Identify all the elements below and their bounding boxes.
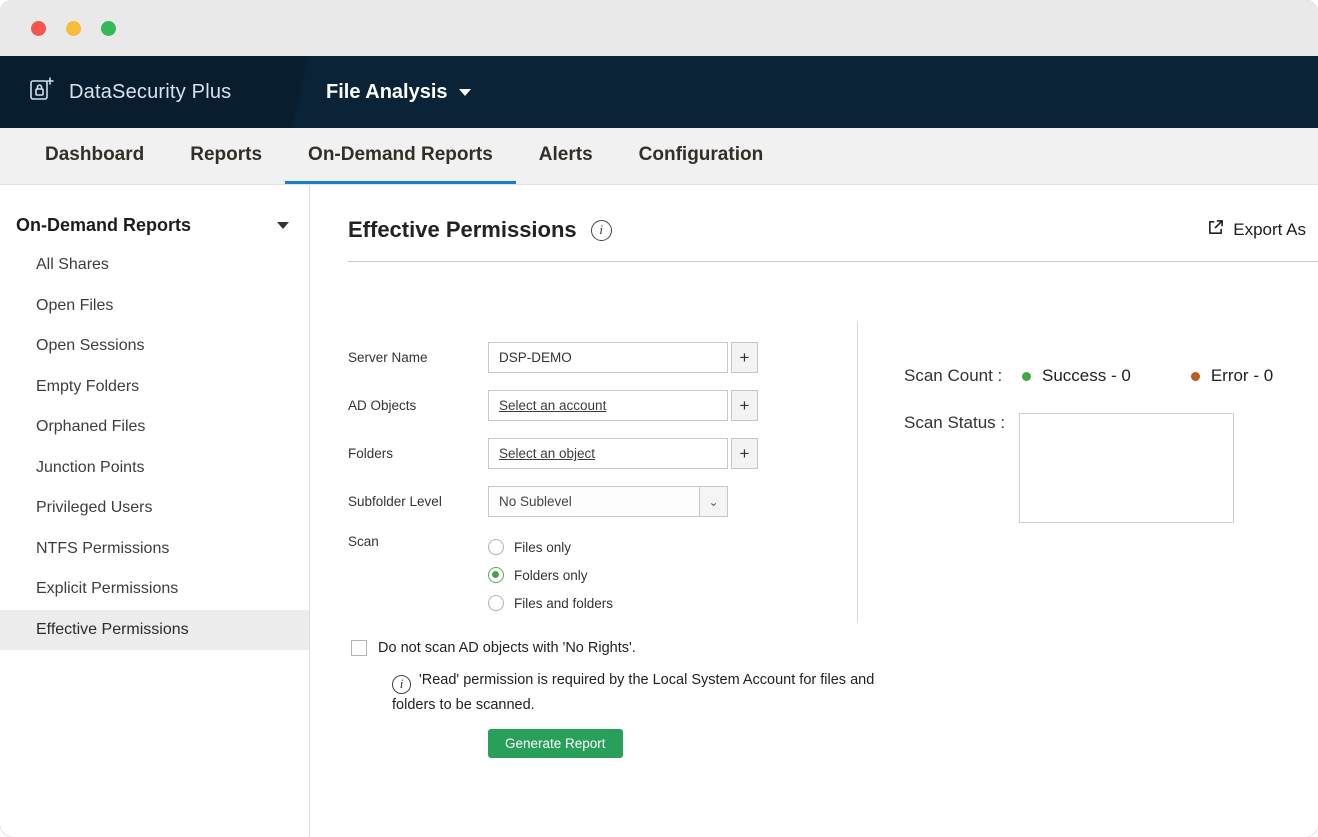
scan-label: Scan — [348, 534, 379, 549]
maximize-window-button[interactable] — [101, 20, 116, 36]
form-row-subfolder-level: Subfolder Level No Sublevel ⌄ — [348, 486, 848, 517]
scan-count-label: Scan Count : — [904, 366, 1003, 385]
brand-name: DataSecurity Plus — [69, 80, 232, 103]
subfolder-level-select[interactable]: No Sublevel ⌄ — [488, 486, 728, 517]
main-content: Effective Permissions i Export As Server… — [310, 185, 1318, 837]
module-name: File Analysis — [326, 80, 448, 103]
workspace: Server Name DSP-DEMO + AD Objects Select… — [310, 262, 1318, 836]
read-permission-note-text: 'Read' permission is required by the Loc… — [392, 672, 875, 713]
sidebar-item-privileged-users[interactable]: Privileged Users — [0, 488, 309, 529]
window-titlebar — [0, 0, 1318, 56]
select-account-link[interactable]: Select an account — [499, 398, 606, 413]
radio-button-checked-icon[interactable] — [488, 567, 504, 583]
module-switcher[interactable]: File Analysis — [326, 81, 471, 104]
export-as-label: Export As — [1233, 220, 1306, 239]
chevron-down-icon: ⌄ — [699, 487, 727, 516]
radio-files-only-label: Files only — [514, 539, 572, 555]
tab-dashboard[interactable]: Dashboard — [22, 128, 167, 184]
radio-files-and-folders-label: Files and folders — [514, 595, 614, 611]
sidebar-item-open-files[interactable]: Open Files — [0, 286, 309, 327]
export-as-button[interactable]: Export As — [1207, 219, 1306, 241]
window-controls — [31, 20, 116, 36]
scan-status-box — [1019, 413, 1234, 523]
sidebar-section-title: On-Demand Reports — [16, 214, 192, 235]
radio-button-icon[interactable] — [488, 595, 504, 611]
form-row-server-name: Server Name DSP-DEMO + — [348, 342, 848, 373]
error-count: Error - 0 — [1210, 366, 1274, 385]
chevron-down-icon — [277, 221, 289, 229]
sidebar: On-Demand Reports All Shares Open Files … — [0, 185, 310, 837]
form-row-scan: Scan Files only Folders only Files and f… — [348, 534, 848, 613]
radio-files-and-folders[interactable]: Files and folders — [488, 593, 613, 613]
subfolder-level-label: Subfolder Level — [348, 494, 442, 509]
add-server-button[interactable]: + — [731, 342, 758, 373]
generate-report-button[interactable]: Generate Report — [488, 728, 623, 758]
sidebar-item-explicit-permissions[interactable]: Explicit Permissions — [0, 569, 309, 610]
tab-configuration[interactable]: Configuration — [616, 128, 787, 184]
server-name-value: DSP-DEMO — [499, 350, 572, 365]
app-window: DataSecurity Plus File Analysis Dashboar… — [0, 0, 1318, 837]
scan-radio-group: Files only Folders only Files and folder… — [488, 534, 613, 613]
export-icon — [1207, 219, 1224, 241]
radio-folders-only[interactable]: Folders only — [488, 565, 613, 585]
scan-status-panel: Scan Count : Success - 0 Error - 0 Scan … — [904, 366, 1294, 523]
success-count: Success - 0 — [1042, 366, 1131, 385]
success-dot-icon — [1022, 371, 1031, 381]
no-rights-checkbox-row[interactable]: Do not scan AD objects with 'No Rights'. — [351, 640, 848, 656]
read-permission-note: i 'Read' permission is required by the Lo… — [392, 669, 884, 716]
scan-count-row: Scan Count : Success - 0 Error - 0 — [904, 366, 1294, 386]
tab-alerts[interactable]: Alerts — [516, 128, 616, 184]
info-icon[interactable]: i — [590, 219, 612, 241]
subfolder-level-value: No Sublevel — [499, 494, 572, 509]
datasecurity-logo-icon — [28, 76, 55, 108]
error-dot-icon — [1190, 371, 1200, 381]
sidebar-item-orphaned-files[interactable]: Orphaned Files — [0, 407, 309, 448]
server-name-input[interactable]: DSP-DEMO — [488, 342, 728, 373]
folders-label: Folders — [348, 446, 394, 461]
sidebar-item-empty-folders[interactable]: Empty Folders — [0, 367, 309, 408]
radio-files-only[interactable]: Files only — [488, 537, 613, 557]
sidebar-section-header[interactable]: On-Demand Reports — [0, 205, 309, 245]
add-ad-object-button[interactable]: + — [731, 390, 758, 421]
brand-zone: DataSecurity Plus — [0, 56, 308, 128]
no-rights-checkbox-label: Do not scan AD objects with 'No Rights'. — [378, 640, 636, 656]
folders-input[interactable]: Select an object — [488, 438, 728, 469]
sidebar-item-junction-points[interactable]: Junction Points — [0, 448, 309, 489]
ad-objects-input[interactable]: Select an account — [488, 390, 728, 421]
tab-reports[interactable]: Reports — [167, 128, 285, 184]
radio-folders-only-label: Folders only — [514, 567, 588, 583]
sidebar-item-all-shares[interactable]: All Shares — [0, 245, 309, 286]
sidebar-item-ntfs-permissions[interactable]: NTFS Permissions — [0, 529, 309, 570]
tab-on-demand-reports[interactable]: On-Demand Reports — [285, 128, 516, 184]
scan-status-row: Scan Status : — [904, 413, 1294, 523]
add-folder-button[interactable]: + — [731, 438, 758, 469]
chevron-down-icon — [458, 88, 471, 96]
ad-objects-label: AD Objects — [348, 398, 417, 413]
page-title: Effective Permissions — [348, 217, 577, 242]
minimize-window-button[interactable] — [66, 20, 81, 36]
form-row-folders: Folders Select an object + — [348, 438, 848, 469]
info-icon: i — [392, 674, 411, 694]
page-header: Effective Permissions i Export As — [348, 185, 1318, 262]
sidebar-item-effective-permissions[interactable]: Effective Permissions — [0, 609, 309, 650]
radio-button-icon[interactable] — [488, 539, 504, 555]
scan-status-label: Scan Status : — [904, 413, 1006, 432]
form-row-ad-objects: AD Objects Select an account + — [348, 390, 848, 421]
app-header: DataSecurity Plus File Analysis — [0, 56, 1318, 128]
report-criteria-form: Server Name DSP-DEMO + AD Objects Select… — [348, 342, 874, 758]
vertical-divider — [857, 322, 858, 622]
select-object-link[interactable]: Select an object — [499, 446, 595, 461]
sidebar-item-open-sessions[interactable]: Open Sessions — [0, 326, 309, 367]
close-window-button[interactable] — [31, 20, 46, 36]
main-nav-tabs: Dashboard Reports On-Demand Reports Aler… — [0, 128, 1318, 185]
checkbox-unchecked-icon[interactable] — [351, 640, 367, 656]
server-name-label: Server Name — [348, 350, 428, 365]
